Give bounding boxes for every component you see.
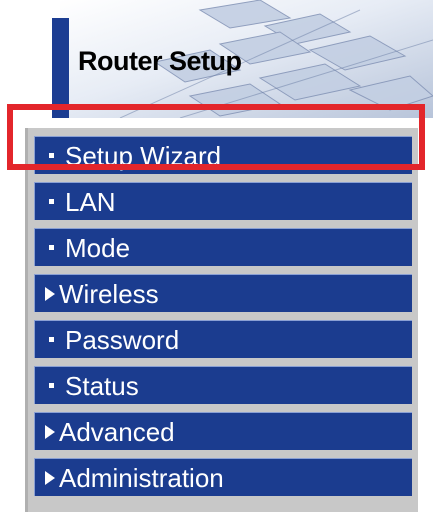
bullet-icon [49,382,54,388]
menu-item-advanced[interactable]: Advanced [34,412,412,450]
menu-item-administration[interactable]: Administration [34,458,412,496]
header-accent-bar [52,18,69,118]
menu-item-label: LAN [65,187,116,217]
menu-item-setup-wizard[interactable]: Setup Wizard [34,136,412,174]
menu-item-wireless[interactable]: Wireless [34,274,412,312]
bullet-icon [49,336,54,342]
menu-item-label: Setup Wizard [65,141,222,171]
triangle-right-icon [45,425,55,440]
header: Router Setup [0,0,433,118]
menu-item-label: Wireless [59,279,159,309]
sidebar-menu: Setup Wizard LAN Mode Wireless Password … [25,128,418,512]
bullet-icon [49,152,54,158]
bullet-icon [49,244,54,250]
menu-item-label: Administration [59,463,224,493]
menu-item-label: Mode [65,233,131,263]
menu-item-password[interactable]: Password [34,320,412,358]
menu-item-mode[interactable]: Mode [34,228,412,266]
router-setup-page: Router Setup Setup Wizard LAN Mode Wirel… [0,0,433,512]
menu-item-label: Status [65,371,139,401]
menu-item-label: Advanced [59,417,175,447]
menu-item-status[interactable]: Status [34,366,412,404]
bullet-icon [49,198,54,204]
triangle-right-icon [45,471,55,486]
menu-item-label: Password [65,325,180,355]
triangle-right-icon [45,287,55,302]
page-title: Router Setup [78,46,242,76]
menu-item-lan[interactable]: LAN [34,182,412,220]
